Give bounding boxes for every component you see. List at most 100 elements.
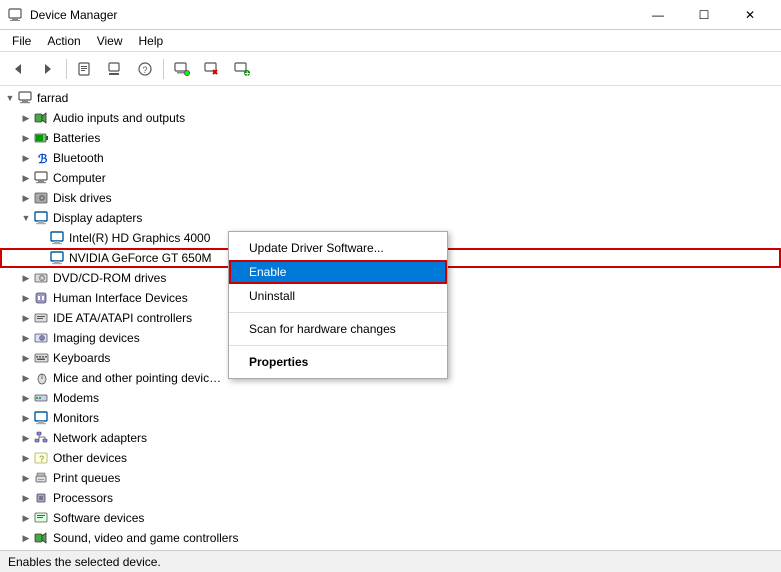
disk-icon — [34, 190, 50, 206]
ide-label: IDE ATA/ATAPI controllers — [53, 311, 192, 325]
monitors-label: Monitors — [53, 411, 99, 425]
other-icon: ? — [34, 450, 50, 466]
computer-expand-icon: ▶ — [18, 170, 34, 186]
tree-node-storage[interactable]: ▶ Storage controllers — [0, 548, 781, 550]
keyboards-label: Keyboards — [53, 351, 110, 365]
minimize-button[interactable]: — — [635, 0, 681, 30]
tree-node-audio[interactable]: ▶ Audio inputs and outputs — [0, 108, 781, 128]
hid-icon — [34, 290, 50, 306]
processors-label: Processors — [53, 491, 113, 505]
print-label: Print queues — [53, 471, 120, 485]
batteries-label: Batteries — [53, 131, 100, 145]
menu-file[interactable]: File — [4, 32, 39, 50]
tree-node-display[interactable]: ▼ Display adapters — [0, 208, 781, 228]
diskdrives-label: Disk drives — [53, 191, 112, 205]
intel-label: Intel(R) HD Graphics 4000 — [69, 231, 210, 245]
tree-node-network[interactable]: ▶ Network adapters — [0, 428, 781, 448]
menu-view[interactable]: View — [89, 32, 131, 50]
menu-bar: File Action View Help — [0, 30, 781, 52]
software-expand-icon: ▶ — [18, 510, 34, 526]
status-bar: Enables the selected device. — [0, 550, 781, 572]
svg-text:?: ? — [143, 65, 148, 75]
toolbar-add[interactable]: + — [228, 56, 256, 82]
tree-node-computer[interactable]: ▶ Computer — [0, 168, 781, 188]
sound-label: Sound, video and game controllers — [53, 531, 238, 545]
print-expand-icon: ▶ — [18, 470, 34, 486]
tree-node-modems[interactable]: ▶ Modems — [0, 388, 781, 408]
toolbar-properties[interactable] — [71, 56, 99, 82]
audio-icon — [34, 110, 50, 126]
hid-expand-icon: ▶ — [18, 290, 34, 306]
toolbar-scan[interactable] — [168, 56, 196, 82]
root-label: farrad — [37, 91, 68, 105]
device-tree[interactable]: ▼ farrad ▶ Audio inputs and outputs — [0, 86, 781, 550]
ctx-scan[interactable]: Scan for hardware changes — [229, 317, 447, 341]
tree-node-diskdrives[interactable]: ▶ Disk drives — [0, 188, 781, 208]
tree-node-other[interactable]: ▶ ? Other devices — [0, 448, 781, 468]
intel-icon — [50, 230, 66, 246]
intel-expand-icon — [34, 230, 50, 246]
svg-text:+: + — [245, 68, 250, 77]
toolbar-update[interactable] — [101, 56, 129, 82]
battery-icon — [34, 130, 50, 146]
tree-root[interactable]: ▼ farrad — [0, 88, 781, 108]
audio-label: Audio inputs and outputs — [53, 111, 185, 125]
menu-help[interactable]: Help — [131, 32, 172, 50]
toolbar-uninstall[interactable] — [198, 56, 226, 82]
maximize-button[interactable]: ☐ — [681, 0, 727, 30]
computer-label: Computer — [53, 171, 106, 185]
bluetooth-icon: ℬ — [34, 150, 50, 166]
context-menu: Update Driver Software... Enable Uninsta… — [228, 231, 448, 379]
help-icon: ? — [137, 61, 153, 77]
ctx-sep-2 — [229, 345, 447, 346]
close-button[interactable]: ✕ — [727, 0, 773, 30]
imaging-label: Imaging devices — [53, 331, 140, 345]
back-icon — [11, 62, 25, 76]
tree-node-processors[interactable]: ▶ Processors — [0, 488, 781, 508]
ide-icon — [34, 310, 50, 326]
tree-node-software[interactable]: ▶ Software devices — [0, 508, 781, 528]
other-expand-icon: ▶ — [18, 450, 34, 466]
ctx-uninstall[interactable]: Uninstall — [229, 284, 447, 308]
dvd-expand-icon: ▶ — [18, 270, 34, 286]
toolbar-help[interactable]: ? — [131, 56, 159, 82]
hid-label: Human Interface Devices — [53, 291, 188, 305]
ctx-enable[interactable]: Enable — [229, 260, 447, 284]
tree-node-bluetooth[interactable]: ▶ ℬ Bluetooth — [0, 148, 781, 168]
imaging-icon — [34, 330, 50, 346]
mice-label: Mice and other pointing devic… — [53, 371, 221, 385]
toolbar: ? + — [0, 52, 781, 86]
app-icon — [8, 7, 24, 23]
nvidia-icon — [50, 250, 66, 266]
svg-text:?: ? — [39, 454, 45, 464]
dvd-label: DVD/CD-ROM drives — [53, 271, 166, 285]
tree-node-batteries[interactable]: ▶ Batteries — [0, 128, 781, 148]
toolbar-forward[interactable] — [34, 56, 62, 82]
toolbar-back[interactable] — [4, 56, 32, 82]
computer-icon — [18, 90, 34, 106]
root-expand-icon: ▼ — [2, 90, 18, 106]
title-bar: Device Manager — ☐ ✕ — [0, 0, 781, 30]
tree-node-print[interactable]: ▶ Print queues — [0, 468, 781, 488]
imaging-expand-icon: ▶ — [18, 330, 34, 346]
bluetooth-label: Bluetooth — [53, 151, 104, 165]
network-label: Network adapters — [53, 431, 147, 445]
display-icon — [34, 210, 50, 226]
tree-node-monitors[interactable]: ▶ Monitors — [0, 408, 781, 428]
ctx-update[interactable]: Update Driver Software... — [229, 236, 447, 260]
ide-expand-icon: ▶ — [18, 310, 34, 326]
main-content: ▼ farrad ▶ Audio inputs and outputs — [0, 86, 781, 550]
disk-expand-icon: ▶ — [18, 190, 34, 206]
toolbar-separator-2 — [163, 59, 164, 79]
modems-expand-icon: ▶ — [18, 390, 34, 406]
window-controls: — ☐ ✕ — [635, 0, 773, 30]
add-icon: + — [234, 61, 250, 77]
tree-node-sound[interactable]: ▶ Sound, video and game controllers — [0, 528, 781, 548]
sound-icon — [34, 530, 50, 546]
dvd-icon — [34, 270, 50, 286]
uninstall-icon — [204, 61, 220, 77]
ctx-properties[interactable]: Properties — [229, 350, 447, 374]
menu-action[interactable]: Action — [39, 32, 88, 50]
keyboard-icon — [34, 350, 50, 366]
properties-icon — [77, 61, 93, 77]
